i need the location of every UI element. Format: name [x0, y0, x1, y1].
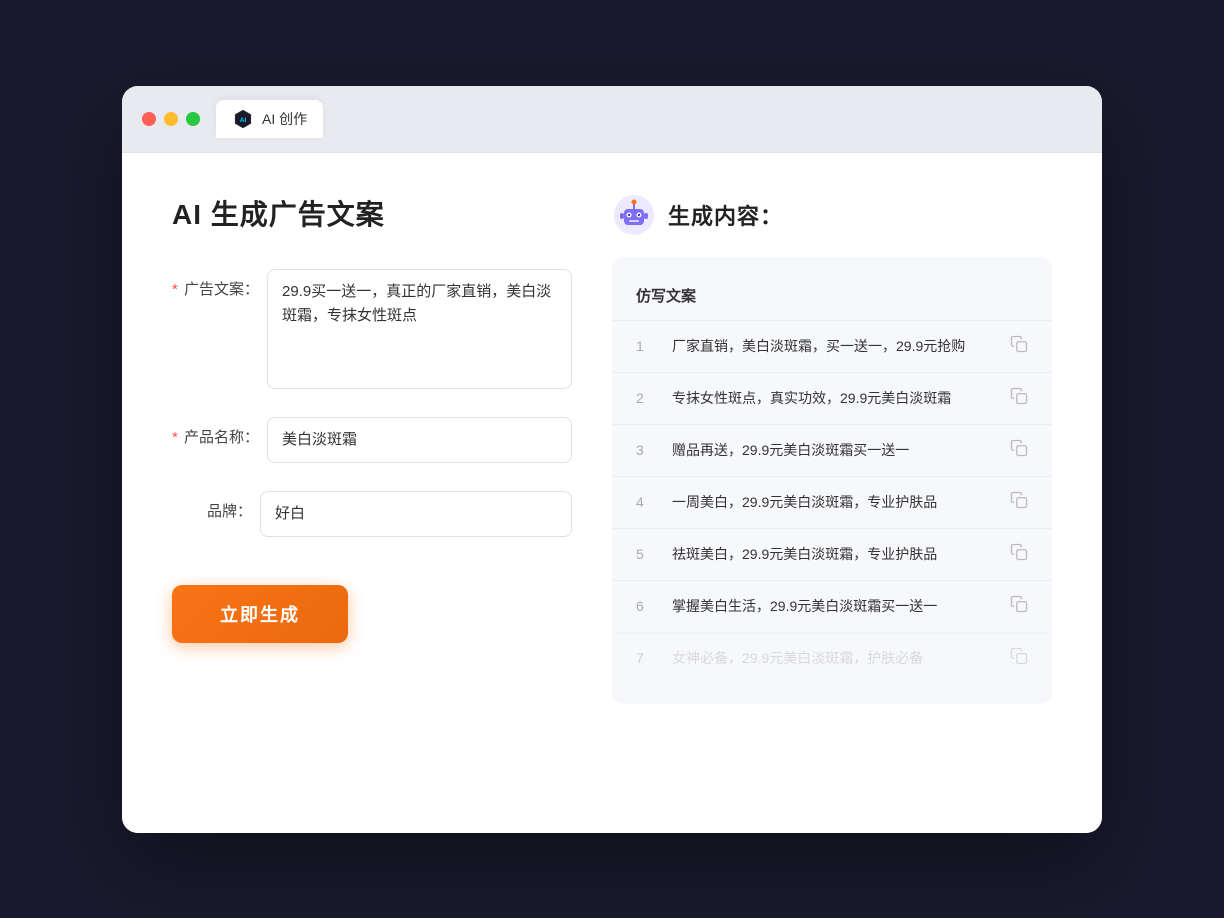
row-text: 一周美白，29.9元美白淡斑霜，专业护肤品 [672, 492, 994, 513]
browser-window: AI AI 创作 AI 生成广告文案 * 广告文案： [122, 86, 1102, 833]
result-row: 1 厂家直销，美白淡斑霜，买一送一，29.9元抢购 [612, 320, 1052, 372]
product-name-label: * 产品名称： [172, 417, 259, 448]
generate-button[interactable]: 立即生成 [172, 585, 348, 643]
result-box: 仿写文案 1 厂家直销，美白淡斑霜，买一送一，29.9元抢购 2 专抹女性斑点，真实… [612, 257, 1052, 704]
maximize-button[interactable] [186, 112, 200, 126]
row-text: 赠品再送，29.9元美白淡斑霜买一送一 [672, 440, 994, 461]
left-panel: AI 生成广告文案 * 广告文案： * 产品名称： [172, 193, 572, 704]
product-name-input[interactable] [267, 417, 572, 463]
row-text: 专抹女性斑点，真实功效，29.9元美白淡斑霜 [672, 388, 994, 409]
result-row: 5 祛斑美白，29.9元美白淡斑霜，专业护肤品 [612, 528, 1052, 580]
brand-group: 品牌： [172, 491, 572, 537]
result-row: 7 女神必备，29.9元美白淡斑霜，护肤必备 [612, 632, 1052, 684]
copy-icon[interactable] [1010, 595, 1028, 618]
ad-copy-label: * 广告文案： [172, 269, 259, 300]
copy-icon[interactable] [1010, 491, 1028, 514]
result-row: 6 掌握美白生活，29.9元美白淡斑霜买一送一 [612, 580, 1052, 632]
ai-tab[interactable]: AI AI 创作 [216, 100, 323, 138]
ai-tab-icon: AI [232, 108, 254, 130]
result-rows-container: 1 厂家直销，美白淡斑霜，买一送一，29.9元抢购 2 专抹女性斑点，真实功效，29… [612, 320, 1052, 684]
row-text: 掌握美白生活，29.9元美白淡斑霜买一送一 [672, 596, 994, 617]
brand-label: 品牌： [172, 491, 252, 522]
page-title: AI 生成广告文案 [172, 193, 572, 233]
row-text: 厂家直销，美白淡斑霜，买一送一，29.9元抢购 [672, 336, 994, 357]
copy-icon[interactable] [1010, 543, 1028, 566]
product-name-group: * 产品名称： [172, 417, 572, 463]
close-button[interactable] [142, 112, 156, 126]
result-row: 3 赠品再送，29.9元美白淡斑霜买一送一 [612, 424, 1052, 476]
copy-icon[interactable] [1010, 387, 1028, 410]
product-name-required-star: * [172, 429, 178, 446]
ad-copy-group: * 广告文案： [172, 269, 572, 389]
robot-icon [612, 193, 656, 237]
ad-copy-input[interactable] [267, 269, 572, 389]
row-number: 4 [636, 494, 656, 510]
row-number: 5 [636, 546, 656, 562]
row-number: 3 [636, 442, 656, 458]
result-row: 2 专抹女性斑点，真实功效，29.9元美白淡斑霜 [612, 372, 1052, 424]
result-title: 生成内容： [668, 199, 783, 231]
ad-copy-required-star: * [172, 281, 178, 298]
copy-icon[interactable] [1010, 439, 1028, 462]
row-number: 1 [636, 338, 656, 354]
main-layout: AI 生成广告文案 * 广告文案： * 产品名称： [172, 193, 1052, 704]
row-number: 7 [636, 650, 656, 666]
result-row: 4 一周美白，29.9元美白淡斑霜，专业护肤品 [612, 476, 1052, 528]
tab-label: AI 创作 [262, 109, 307, 129]
svg-text:AI: AI [240, 116, 247, 123]
browser-content: AI 生成广告文案 * 广告文案： * 产品名称： [122, 153, 1102, 833]
brand-input[interactable] [260, 491, 572, 537]
result-header: 生成内容： [612, 193, 1052, 237]
row-text: 女神必备，29.9元美白淡斑霜，护肤必备 [672, 648, 994, 669]
result-table-header: 仿写文案 [612, 277, 1052, 320]
row-number: 6 [636, 598, 656, 614]
row-number: 2 [636, 390, 656, 406]
browser-titlebar: AI AI 创作 [122, 86, 1102, 153]
right-panel: 生成内容： 仿写文案 1 厂家直销，美白淡斑霜，买一送一，29.9元抢购 2 专抹女… [612, 193, 1052, 704]
row-text: 祛斑美白，29.9元美白淡斑霜，专业护肤品 [672, 544, 994, 565]
copy-icon[interactable] [1010, 647, 1028, 670]
traffic-lights [142, 112, 200, 126]
minimize-button[interactable] [164, 112, 178, 126]
copy-icon[interactable] [1010, 335, 1028, 358]
